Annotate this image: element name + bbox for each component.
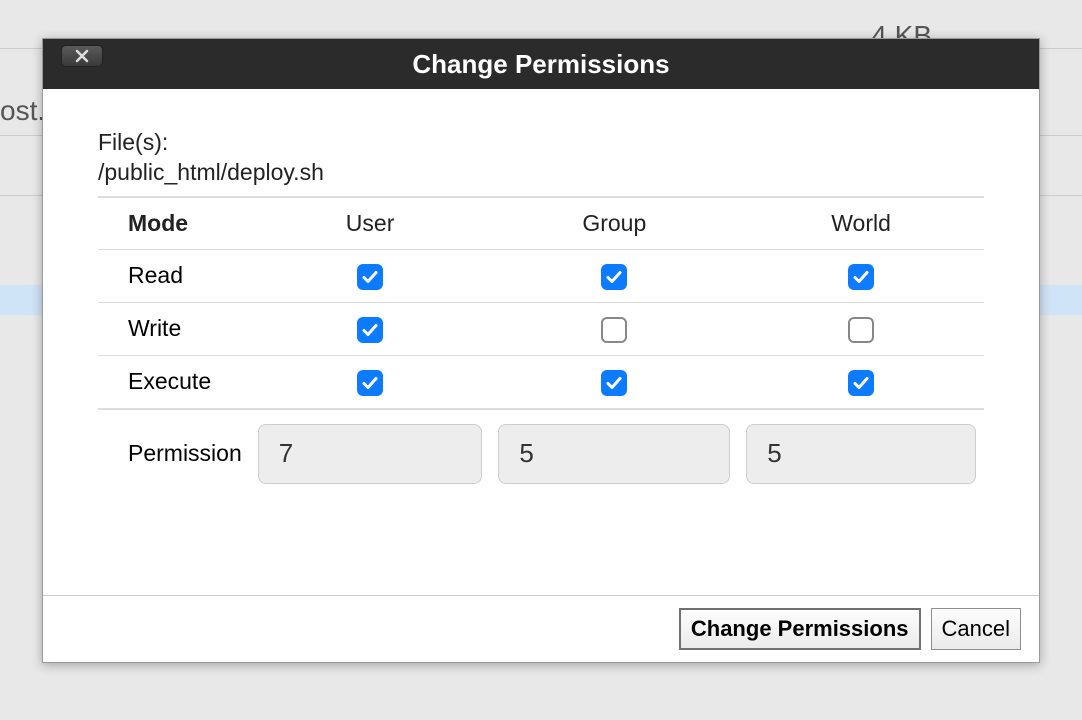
close-button[interactable] [61, 45, 103, 67]
confirm-button[interactable]: Change Permissions [679, 608, 921, 650]
checkbox-user-write[interactable] [357, 317, 383, 343]
checkbox-group-execute[interactable] [601, 370, 627, 396]
header-group: Group [490, 197, 738, 250]
check-icon [361, 268, 379, 286]
check-icon [852, 374, 870, 392]
checkbox-user-execute[interactable] [357, 370, 383, 396]
dialog-titlebar: Change Permissions [43, 39, 1039, 89]
row-label-write: Write [98, 302, 250, 355]
row-label-permission: Permission [98, 409, 250, 498]
checkbox-group-write[interactable] [601, 317, 627, 343]
permissions-table: Mode User Group World Read Write [98, 196, 984, 498]
file-path: /public_html/deploy.sh [98, 159, 984, 186]
row-label-read: Read [98, 250, 250, 303]
dialog-title: Change Permissions [412, 49, 669, 80]
checkbox-world-write[interactable] [848, 317, 874, 343]
checkbox-world-read[interactable] [848, 264, 874, 290]
check-icon [852, 268, 870, 286]
check-icon [605, 374, 623, 392]
background-fragment: ost. [0, 95, 45, 127]
cancel-button[interactable]: Cancel [931, 608, 1021, 650]
permission-group-input[interactable] [498, 424, 730, 484]
row-label-execute: Execute [98, 355, 250, 408]
check-icon [605, 268, 623, 286]
files-label: File(s): [98, 129, 984, 156]
close-icon [75, 49, 89, 63]
check-icon [361, 374, 379, 392]
checkbox-user-read[interactable] [357, 264, 383, 290]
table-row-read: Read [98, 250, 984, 303]
permission-user-input[interactable] [258, 424, 483, 484]
table-row-execute: Execute [98, 355, 984, 408]
check-icon [361, 321, 379, 339]
dialog-footer: Change Permissions Cancel [43, 595, 1039, 662]
header-user: User [250, 197, 491, 250]
dialog-body: File(s): /public_html/deploy.sh Mode Use… [43, 89, 1039, 595]
table-row-write: Write [98, 302, 984, 355]
header-world: World [738, 197, 984, 250]
table-row-permission: Permission [98, 409, 984, 498]
checkbox-group-read[interactable] [601, 264, 627, 290]
change-permissions-dialog: Change Permissions File(s): /public_html… [42, 38, 1040, 663]
checkbox-world-execute[interactable] [848, 370, 874, 396]
permission-world-input[interactable] [746, 424, 976, 484]
header-mode: Mode [98, 197, 250, 250]
